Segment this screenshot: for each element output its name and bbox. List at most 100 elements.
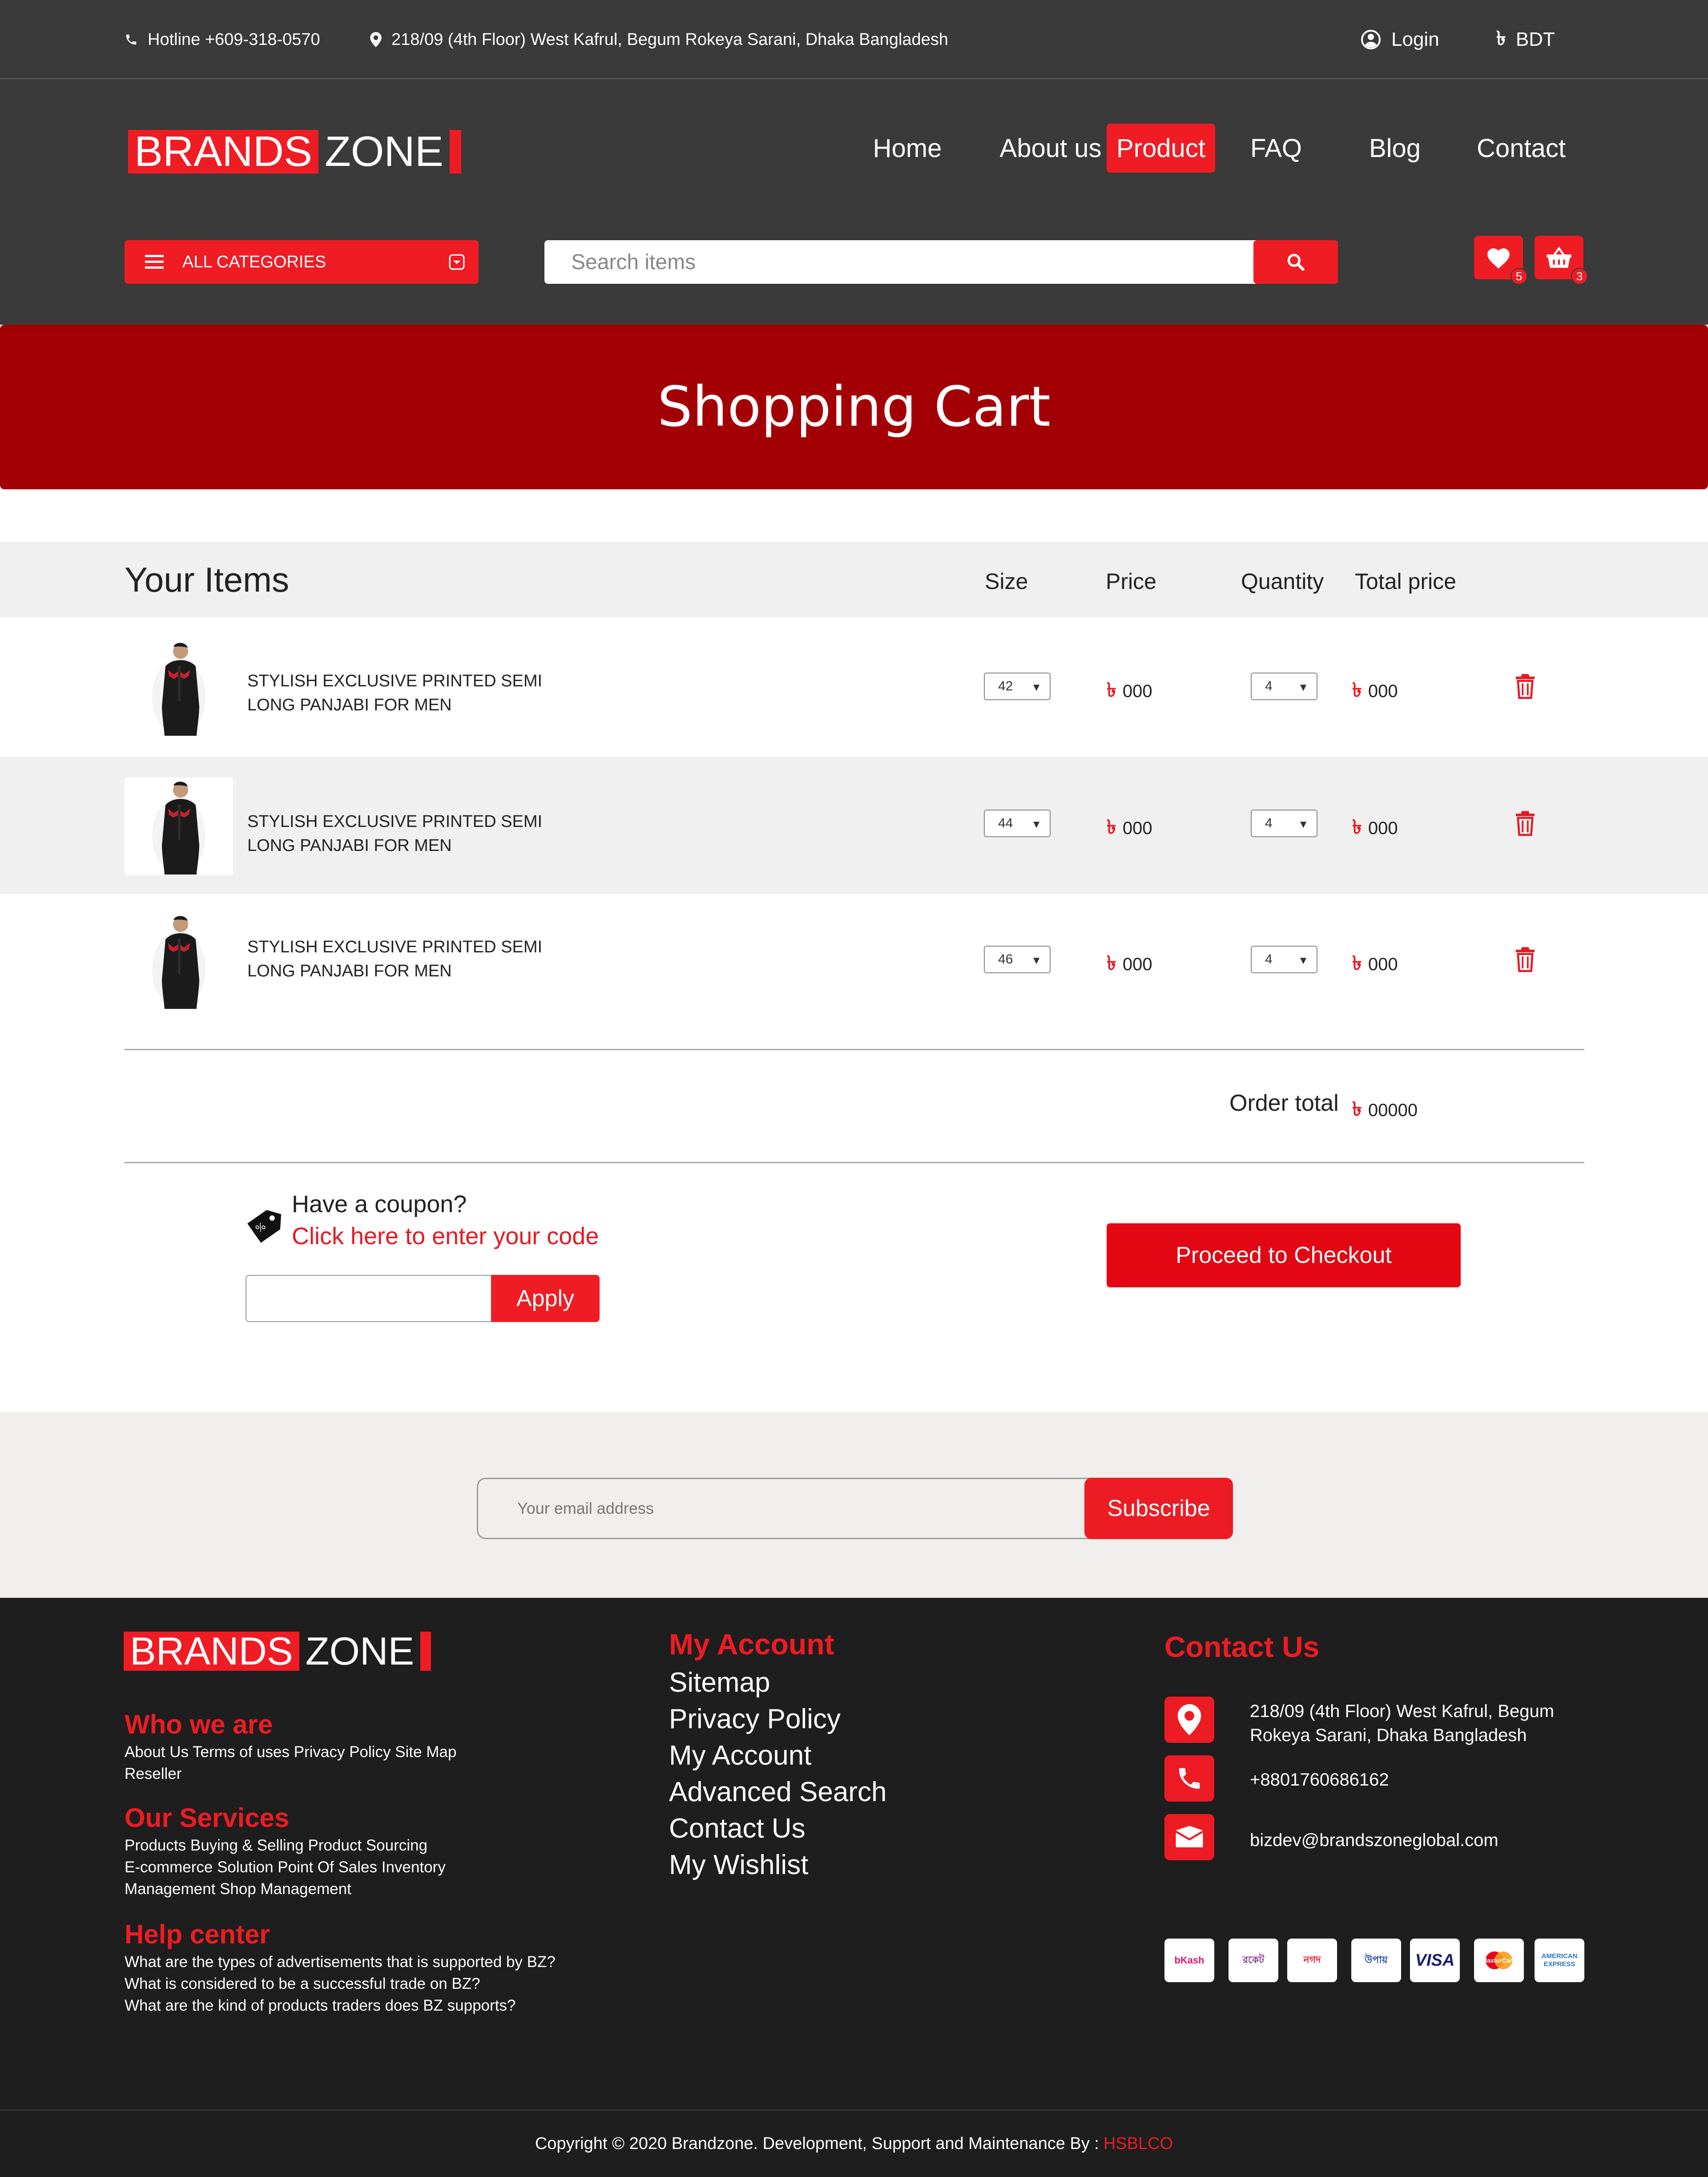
product-name[interactable]: STYLISH EXCLUSIVE PRINTED SEMI LONG PANJ… xyxy=(247,669,603,717)
search-bar xyxy=(544,240,1338,284)
taka-icon: ৳ xyxy=(1352,816,1362,838)
contact-us-heading: Contact Us xyxy=(1164,1630,1320,1663)
payment-amex: AMERICAN EXPRESS xyxy=(1535,1939,1584,1982)
nav-about-us[interactable]: About us xyxy=(988,124,1113,173)
proceed-to-checkout-button[interactable]: Proceed to Checkout xyxy=(1107,1223,1461,1287)
table-row: STYLISH EXCLUSIVE PRINTED SEMI LONG PANJ… xyxy=(0,894,1708,1028)
logo-brands: BRANDS xyxy=(128,130,319,173)
footer-link-privacy-policy[interactable]: Privacy Policy xyxy=(669,1701,886,1738)
footer-link-advanced-search[interactable]: Advanced Search xyxy=(669,1774,886,1810)
coupon-question: Have a coupon? xyxy=(292,1191,467,1218)
page-title: Shopping Cart xyxy=(657,375,1051,439)
wishlist-button[interactable]: 5 xyxy=(1474,236,1527,285)
panjabi-figure-icon xyxy=(152,916,205,1009)
your-items-title: Your Items xyxy=(125,560,289,599)
address-text: 218/09 (4th Floor) West Kafrul, Begum Ro… xyxy=(391,30,948,49)
product-image[interactable] xyxy=(125,639,233,737)
footer-link-sitemap[interactable]: Sitemap xyxy=(669,1665,886,1701)
trash-icon[interactable] xyxy=(1515,947,1535,973)
column-quantity: Quantity xyxy=(1241,569,1324,594)
caret-down-icon: ▼ xyxy=(1031,681,1042,693)
contact-phone[interactable]: +8801760686162 xyxy=(1250,1768,1389,1792)
nav-contact[interactable]: Contact xyxy=(1472,124,1570,173)
search-input[interactable] xyxy=(571,240,1238,284)
item-price: ৳ 000 xyxy=(1107,948,1152,981)
subscribe-button[interactable]: Subscribe xyxy=(1084,1478,1233,1539)
coupon-code-input[interactable] xyxy=(246,1275,495,1322)
who-we-are-heading: Who we are xyxy=(125,1709,273,1739)
newsletter-section: Subscribe xyxy=(0,1412,1708,1598)
categories-label: ALL CATEGORIES xyxy=(182,252,326,271)
hotline[interactable]: Hotline +609-318-0570 xyxy=(125,0,320,79)
header-address: 218/09 (4th Floor) West Kafrul, Begum Ro… xyxy=(370,0,948,79)
contact-email[interactable]: bizdev@brandszoneglobal.com xyxy=(1250,1828,1499,1852)
caret-down-icon: ▼ xyxy=(1298,955,1309,967)
footer-link-contact-us[interactable]: Contact Us xyxy=(669,1810,886,1847)
who-we-are-links[interactable]: About Us Terms of uses Privacy Policy Si… xyxy=(125,1741,456,1785)
our-services-heading: Our Services xyxy=(125,1803,290,1833)
item-price: ৳ 000 xyxy=(1107,675,1152,708)
size-select[interactable]: 46 ▼ xyxy=(984,946,1051,973)
taka-icon: ৳ xyxy=(1496,27,1506,49)
hamburger-icon xyxy=(145,255,164,269)
our-services-links[interactable]: Products Buying & Selling Product Sourci… xyxy=(125,1834,446,1900)
quantity-select[interactable]: 4 ▼ xyxy=(1251,673,1317,700)
trash-icon[interactable] xyxy=(1515,673,1535,700)
help-center-links[interactable]: What are the types of advertisements tha… xyxy=(125,1951,556,2016)
apply-coupon-button[interactable]: Apply xyxy=(491,1275,600,1322)
currency-selector[interactable]: ৳ BDT xyxy=(1496,0,1555,79)
page-banner: Shopping Cart xyxy=(0,325,1708,489)
item-total: ৳ 000 xyxy=(1352,675,1398,708)
trash-icon[interactable] xyxy=(1515,810,1535,837)
developer-link[interactable]: HSBLCO xyxy=(1104,2134,1173,2153)
panjabi-figure-icon xyxy=(152,782,205,875)
nav-home[interactable]: Home xyxy=(863,124,952,173)
payment-mastercard: MasterCard xyxy=(1474,1939,1524,1982)
caret-down-icon: ▼ xyxy=(1031,818,1042,830)
footer-brand-logo[interactable]: BRANDS ZONE xyxy=(124,1632,431,1671)
coupon-enter-code-link[interactable]: Click here to enter your code xyxy=(292,1222,599,1250)
caret-down-icon: ▼ xyxy=(1298,681,1309,693)
order-total-value: ৳ 00000 xyxy=(1352,1094,1418,1127)
email-input[interactable] xyxy=(477,1478,1100,1539)
order-total-label: Order total xyxy=(1229,1090,1339,1116)
chevron-down-icon xyxy=(448,254,465,270)
account-links: Sitemap Privacy Policy My Account Advanc… xyxy=(669,1665,886,1883)
nav-blog[interactable]: Blog xyxy=(1359,124,1430,173)
payment-upay: উপায় xyxy=(1351,1939,1401,1982)
brand-logo[interactable]: BRANDS ZONE xyxy=(128,130,461,173)
footer-link-my-wishlist[interactable]: My Wishlist xyxy=(669,1847,886,1883)
divider xyxy=(125,1049,1584,1050)
item-price: ৳ 000 xyxy=(1107,812,1152,845)
taka-icon: ৳ xyxy=(1107,952,1116,974)
footer: BRANDS ZONE Who we are About Us Terms of… xyxy=(0,1598,1708,2109)
basket-icon xyxy=(1546,246,1572,269)
copyright-bar: Copyright © 2020 Brandzone. Development,… xyxy=(0,2109,1708,2177)
phone-icon xyxy=(1164,1755,1214,1802)
login-link[interactable]: Login xyxy=(1360,0,1439,79)
cart-button[interactable]: 3 xyxy=(1535,236,1588,285)
help-center-heading: Help center xyxy=(125,1919,270,1949)
contact-address: 218/09 (4th Floor) West Kafrul, Begum Ro… xyxy=(1250,1701,1555,1745)
logo-zone: ZONE xyxy=(305,1629,415,1673)
search-button[interactable] xyxy=(1253,240,1338,284)
quantity-select[interactable]: 4 ▼ xyxy=(1251,946,1317,973)
nav-product[interactable]: Product xyxy=(1107,124,1215,173)
panjabi-figure-icon xyxy=(152,643,205,736)
item-total: ৳ 000 xyxy=(1352,812,1398,845)
product-name[interactable]: STYLISH EXCLUSIVE PRINTED SEMI LONG PANJ… xyxy=(247,810,603,858)
taka-icon: ৳ xyxy=(1107,679,1116,701)
size-select[interactable]: 44 ▼ xyxy=(984,810,1051,837)
product-name[interactable]: STYLISH EXCLUSIVE PRINTED SEMI LONG PANJ… xyxy=(247,935,603,983)
all-categories-button[interactable]: ALL CATEGORIES xyxy=(125,240,479,284)
user-circle-icon xyxy=(1360,29,1382,50)
product-image[interactable] xyxy=(125,778,233,875)
product-image[interactable] xyxy=(125,912,233,1010)
size-select[interactable]: 42 ▼ xyxy=(984,673,1051,700)
divider xyxy=(125,1162,1584,1163)
nav-faq[interactable]: FAQ xyxy=(1243,124,1309,173)
quantity-select[interactable]: 4 ▼ xyxy=(1251,810,1317,837)
heart-icon xyxy=(1486,246,1511,269)
logo-zone: ZONE xyxy=(325,128,443,175)
footer-link-my-account[interactable]: My Account xyxy=(669,1738,886,1774)
